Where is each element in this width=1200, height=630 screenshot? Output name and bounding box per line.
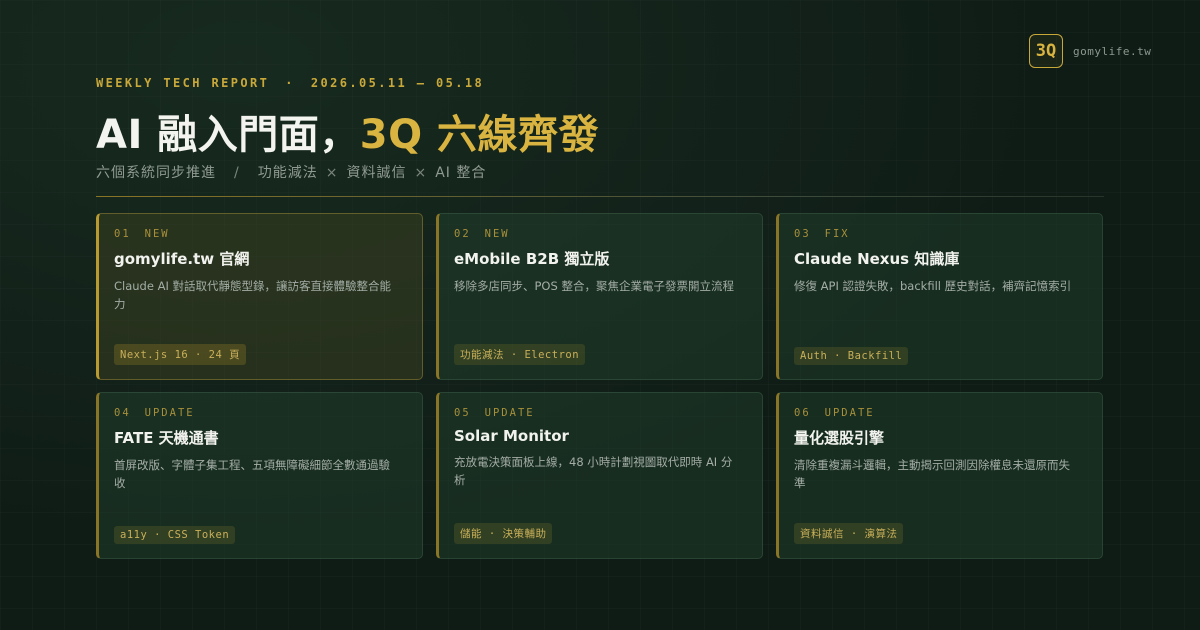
subtitle-times: × — [325, 165, 339, 181]
brand-domain[interactable]: gomylife.tw — [1073, 45, 1151, 58]
card-status: FIX — [824, 228, 850, 240]
card-number: 05 — [454, 407, 471, 419]
brand-logo: 3Q — [1029, 34, 1063, 68]
card-description: 充放電決策面板上線，48 小時計劃視圖取代即時 AI 分析 — [454, 455, 733, 487]
subtitle-separator: / — [234, 165, 240, 181]
project-card[interactable]: 06 UPDATE 量化選股引擎 清除重複漏斗邏輯，主動揭示回測因除權息未還原而失… — [776, 392, 1103, 559]
card-status: NEW — [144, 228, 170, 240]
subtitle-item: 功能減法 — [257, 165, 318, 181]
card-description: Claude AI 對話取代靜態型錄，讓訪客直接體驗整合能力 — [114, 279, 392, 311]
card-meta: 06 UPDATE — [794, 407, 1088, 419]
project-card[interactable]: 04 UPDATE FATE 天機通書 首屏改版、字體子集工程、五項無障礙細節全數… — [96, 392, 423, 559]
card-description: 修復 API 認證失敗，backfill 歷史對話，補齊記憶索引 — [794, 279, 1072, 293]
card-title: eMobile B2B 獨立版 — [454, 250, 610, 268]
card-number: 01 — [114, 228, 131, 240]
card-number: 03 — [794, 228, 811, 240]
subtitle-item: AI 整合 — [435, 165, 487, 181]
kicker-label: WEEKLY TECH REPORT — [96, 76, 270, 90]
card-status: UPDATE — [144, 407, 195, 419]
project-card[interactable]: 02 NEW eMobile B2B 獨立版 移除多店同步、POS 整合，聚焦企業… — [436, 213, 763, 380]
card-description: 清除重複漏斗邏輯，主動揭示回測因除權息未還原而失準 — [794, 458, 1070, 490]
card-meta: 05 UPDATE — [454, 407, 748, 419]
card-number: 04 — [114, 407, 131, 419]
card-meta: 03 FIX — [794, 228, 1088, 240]
card-title: Solar Monitor — [454, 427, 569, 445]
card-meta: 01 NEW — [114, 228, 408, 240]
card-tag: Auth · Backfill — [794, 347, 909, 365]
card-description: 移除多店同步、POS 整合，聚焦企業電子發票開立流程 — [454, 279, 734, 293]
page-subtitle: 六個系統同步推進 / 功能減法 × 資料誠信 × AI 整合 — [96, 162, 486, 182]
card-title: FATE 天機通書 — [114, 429, 219, 447]
report-kicker: WEEKLY TECH REPORT · 2026.05.11 – 05.18 — [96, 76, 484, 90]
card-tag: Next.js 16 · 24 頁 — [114, 344, 247, 365]
kicker-dot: · — [285, 76, 295, 90]
subtitle-lead: 六個系統同步推進 — [96, 165, 216, 181]
date-range: 2026.05.11 – 05.18 — [310, 76, 485, 90]
card-tag: 儲能 · 決策輔助 — [454, 523, 553, 544]
project-card[interactable]: 05 UPDATE Solar Monitor 充放電決策面板上線，48 小時計劃… — [436, 392, 763, 559]
subtitle-item: 資料誠信 — [346, 165, 407, 181]
card-title: gomylife.tw 官網 — [114, 250, 250, 268]
card-meta: 02 NEW — [454, 228, 748, 240]
card-grid: 01 NEW gomylife.tw 官網 Claude AI 對話取代靜態型錄，… — [96, 213, 1104, 559]
card-number: 06 — [794, 407, 811, 419]
project-card[interactable]: 01 NEW gomylife.tw 官網 Claude AI 對話取代靜態型錄，… — [96, 213, 423, 380]
card-status: UPDATE — [824, 407, 875, 419]
card-status: UPDATE — [484, 407, 535, 419]
card-meta: 04 UPDATE — [114, 407, 408, 419]
project-card[interactable]: 03 FIX Claude Nexus 知識庫 修復 API 認證失敗，backf… — [776, 213, 1103, 380]
page-title: AI 融入門面，3Q 六線齊發 — [96, 102, 599, 160]
card-description: 首屏改版、字體子集工程、五項無障礙細節全數通過驗收 — [114, 458, 390, 490]
brand: 3Q gomylife.tw — [1029, 34, 1151, 68]
card-tag: 功能減法 · Electron — [454, 344, 586, 365]
card-number: 02 — [454, 228, 471, 240]
card-title: Claude Nexus 知識庫 — [794, 250, 960, 268]
card-tag: 資料誠信 · 演算法 — [794, 523, 904, 544]
title-accent: 3Q 六線齊發 — [359, 112, 600, 158]
card-status: NEW — [484, 228, 510, 240]
header-divider — [96, 196, 1104, 197]
subtitle-times: × — [414, 165, 428, 181]
card-title: 量化選股引擎 — [794, 429, 885, 447]
title-main: AI 融入門面， — [96, 112, 360, 158]
card-tag: a11y · CSS Token — [114, 526, 236, 544]
